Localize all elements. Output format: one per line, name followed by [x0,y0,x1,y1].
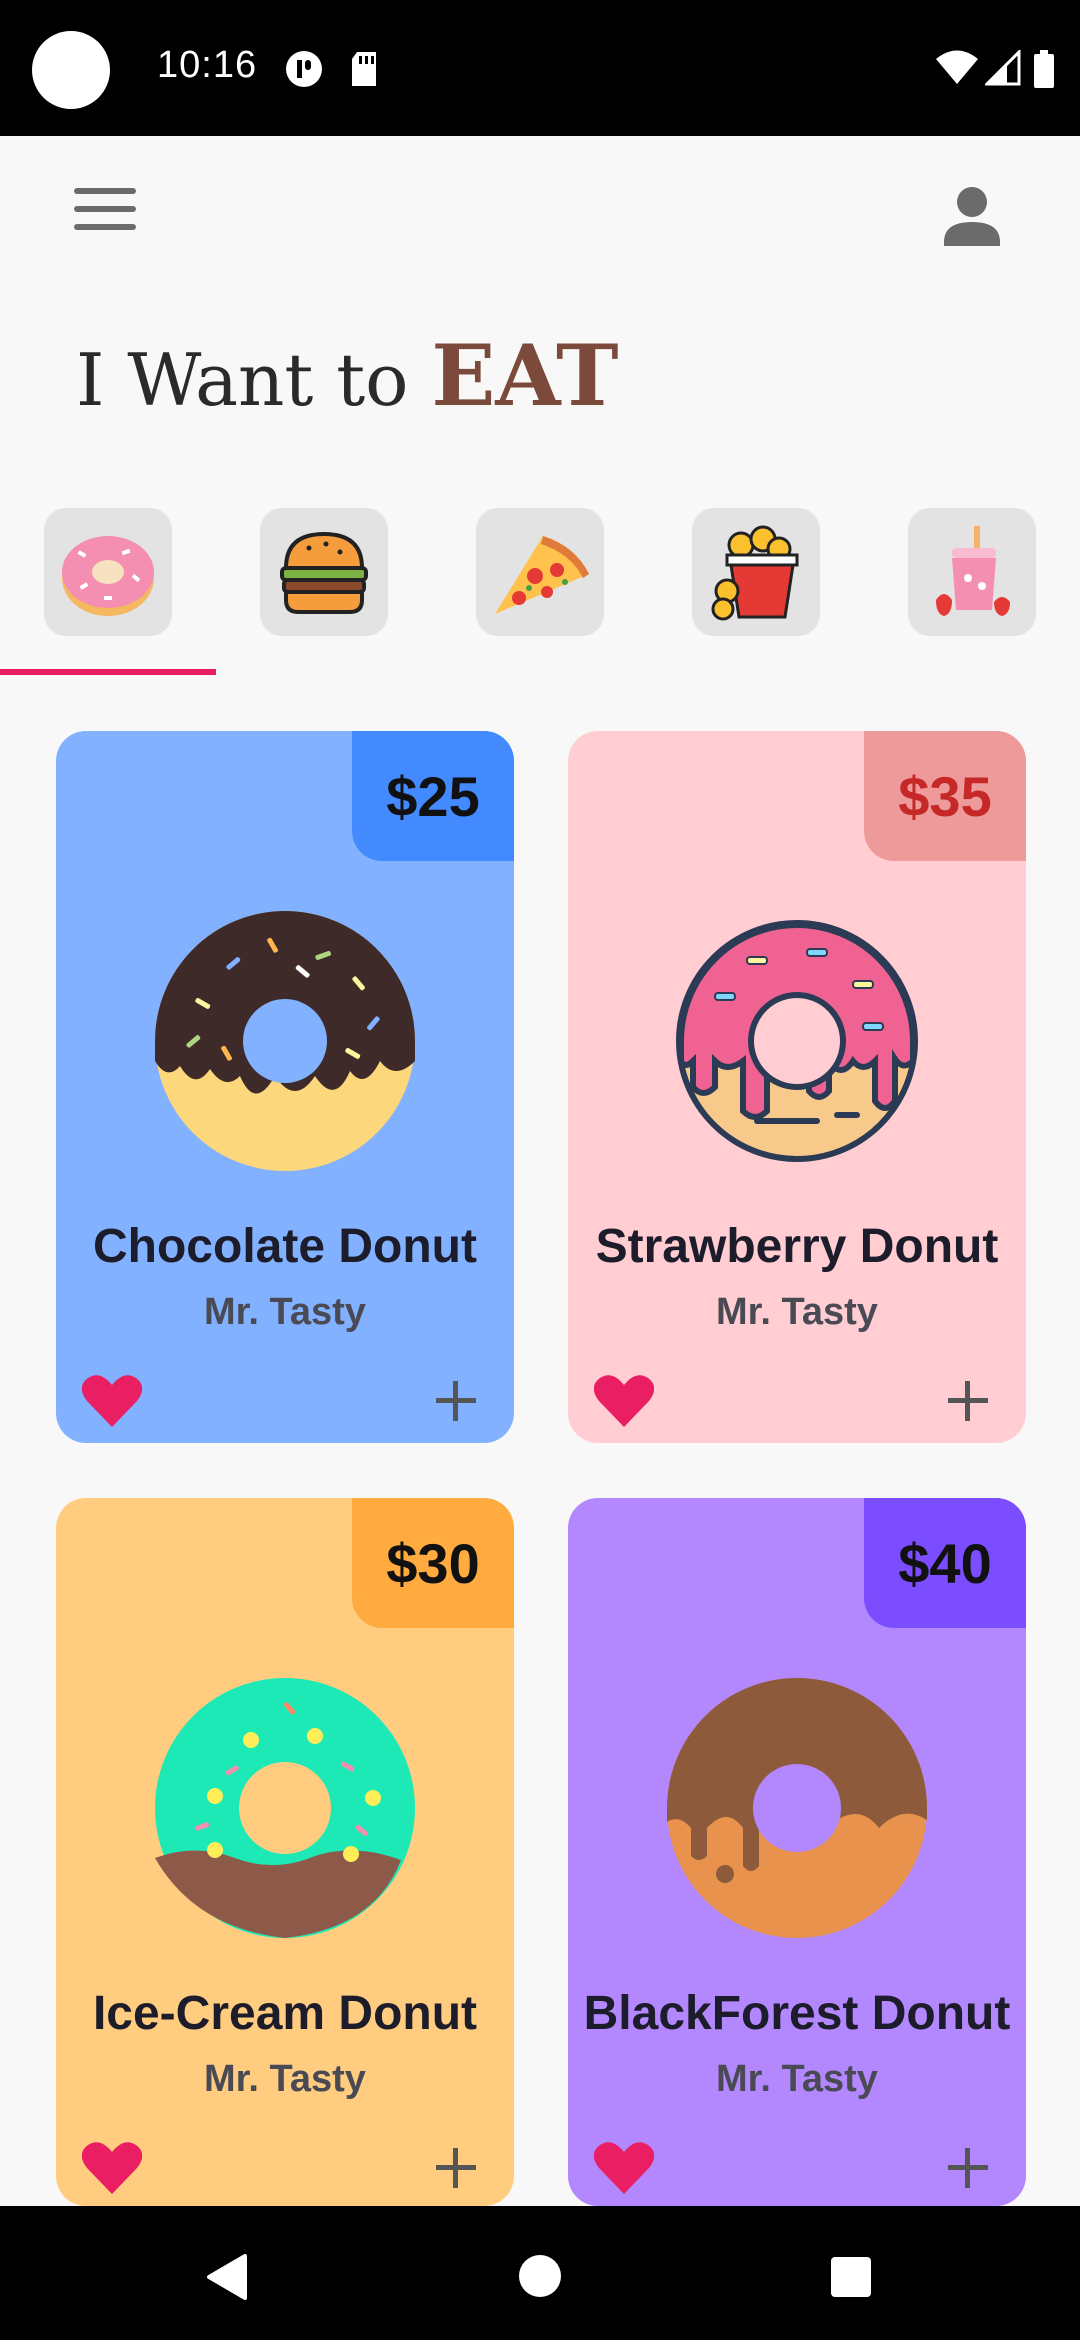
category-tab-donut[interactable] [44,508,172,636]
ice-cream-donut-image [155,1678,415,1938]
price-tag: $30 [352,1498,514,1628]
profile-icon[interactable] [932,178,1012,258]
food-maker: Mr. Tasty [716,1291,878,1333]
category-selected-indicator [0,669,216,675]
add-to-cart-icon[interactable] [944,1377,992,1425]
favorite-heart-icon[interactable] [82,2140,142,2196]
food-maker: Mr. Tasty [716,2058,878,2100]
menu-button[interactable] [64,180,144,250]
status-time: 10:16 [157,44,258,86]
favorite-heart-icon[interactable] [82,1373,142,1429]
page-title: I Want to EAT [76,326,619,425]
favorite-heart-icon[interactable] [594,2140,654,2196]
add-to-cart-icon[interactable] [432,1377,480,1425]
fried-chicken-icon [711,525,799,621]
price-tag: $25 [352,731,514,861]
food-card[interactable]: $35 Strawberry Donut Mr. Tasty [568,731,1026,1443]
add-to-cart-icon[interactable] [944,2144,992,2192]
signal-icon [985,50,1021,86]
home-icon[interactable] [518,2254,562,2298]
status-bar: 10:16 [0,0,1080,136]
price-tag: $40 [864,1498,1026,1628]
battery-icon [1034,50,1054,88]
price-tag: $35 [864,731,1026,861]
smoothie-icon [936,526,1010,616]
food-maker: Mr. Tasty [204,1291,366,1333]
page-title-emphasis: EAT [431,326,619,425]
category-tab-burger[interactable] [260,508,388,636]
donut-icon [62,536,154,616]
food-maker: Mr. Tasty [204,2058,366,2100]
chocolate-donut-image [155,911,415,1171]
food-card[interactable]: $30 Ice-Cream Donut Mr. Tasty [56,1498,514,2206]
back-icon[interactable] [205,2254,247,2300]
strawberry-donut-image [676,920,918,1162]
favorite-heart-icon[interactable] [594,1373,654,1429]
blackforest-donut-image [667,1678,927,1938]
category-tab-pizza[interactable] [476,508,604,636]
food-name: Chocolate Donut [93,1220,477,1273]
food-card[interactable]: $25 Chocolate Donut Mr. Tasty [56,731,514,1443]
notification-icon [286,51,322,87]
burger-icon [280,531,368,614]
page-title-prefix: I Want to [76,338,409,422]
camera-cutout [32,31,110,109]
system-navigation-bar [0,2206,1080,2340]
recents-icon[interactable] [830,2256,872,2298]
sd-card-icon [352,52,376,86]
pizza-icon [495,536,589,614]
food-name: Ice-Cream Donut [92,1987,478,2040]
category-tab-drinks[interactable] [908,508,1036,636]
food-name: Strawberry Donut [595,1220,999,1273]
category-tab-chicken[interactable] [692,508,820,636]
wifi-icon [936,50,978,84]
add-to-cart-icon[interactable] [432,2144,480,2192]
food-card[interactable]: $40 BlackForest Donut Mr. Tasty [568,1498,1026,2206]
food-name: BlackForest Donut [583,1987,1011,2040]
